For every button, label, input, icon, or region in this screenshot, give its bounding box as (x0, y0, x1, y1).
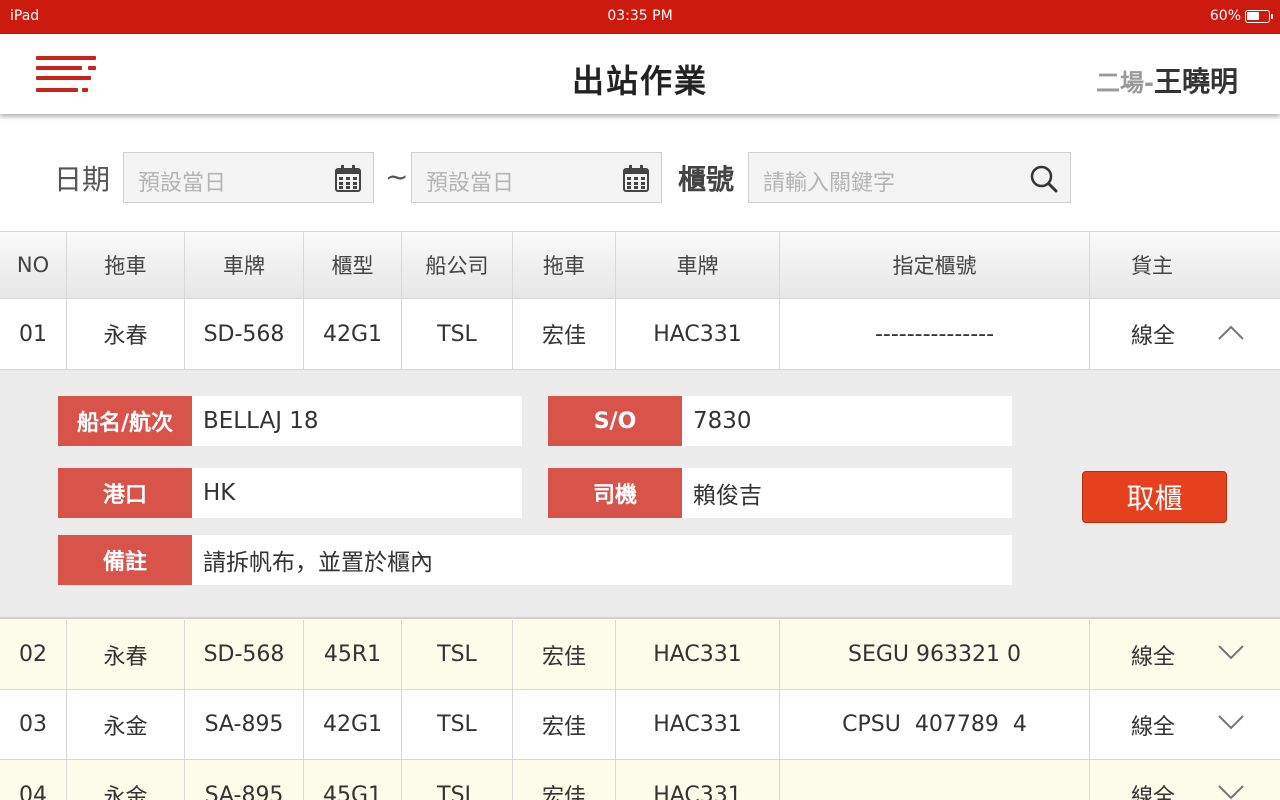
row-detail-panel: 船名/航次 BELLAJ 18 S/O 7830 港口 HK 司機 賴俊吉 備註… (0, 370, 1280, 619)
row-container: --------------- (780, 299, 1090, 369)
col-header-tractor: 拖車 (513, 232, 616, 298)
row-container (780, 760, 1090, 800)
user-info: 二場-王曉明 (1096, 60, 1238, 100)
row-owner: 線全 (1131, 785, 1176, 800)
row-container: CPSU 407789 4 (780, 690, 1090, 759)
vessel-value: BELLAJ 18 (192, 396, 522, 446)
row-plate: SA-895 (185, 690, 304, 759)
battery-fill (1247, 11, 1259, 20)
date-from-input[interactable]: 預設當日 (123, 152, 374, 203)
search-placeholder: 請輸入關鍵字 (763, 171, 896, 196)
col-header-owner: 貨主 (1131, 254, 1173, 278)
row-carrier: TSL (402, 690, 513, 759)
col-header-plate: 車牌 (185, 232, 304, 298)
vessel-label: 船名/航次 (58, 396, 192, 446)
row-owner: 線全 (1131, 644, 1176, 670)
col-header-no: NO (0, 232, 67, 298)
table-row[interactable]: 04 永金 SA-895 45G1 TSL 宏佳 HAC331 線全 (0, 760, 1280, 800)
chevron-down-icon[interactable] (1218, 644, 1244, 665)
calendar-icon[interactable] (335, 165, 361, 196)
col-header-trailer: 拖車 (67, 232, 185, 298)
row-carrier: TSL (402, 760, 513, 800)
row-plate2: HAC331 (616, 760, 780, 800)
chevron-up-icon[interactable] (1218, 324, 1244, 344)
battery-status: 60% (1209, 8, 1273, 24)
chevron-down-icon[interactable] (1218, 785, 1244, 800)
row-no: 01 (0, 299, 67, 369)
site-label: 二場- (1096, 69, 1154, 97)
row-no: 04 (0, 760, 67, 800)
row-type: 42G1 (304, 690, 402, 759)
row-plate: SD-568 (185, 299, 304, 369)
row-trailer: 永金 (67, 690, 185, 759)
clock: 03:35 PM (607, 8, 673, 24)
chevron-down-icon[interactable] (1218, 714, 1244, 735)
row-tractor: 宏佳 (513, 620, 616, 689)
table-row[interactable]: 02 永春 SD-568 45R1 TSL 宏佳 HAC331 SEGU 963… (0, 620, 1280, 690)
row-type: 42G1 (304, 299, 402, 369)
row-plate2: HAC331 (616, 690, 780, 759)
table-header: NO 拖車 車牌 櫃型 船公司 拖車 車牌 指定櫃號 貨主 (0, 231, 1280, 299)
page-title: 出站作業 (571, 62, 708, 100)
battery-icon (1245, 9, 1273, 23)
row-tractor: 宏佳 (513, 760, 616, 800)
status-bar: iPad 03:35 PM 60% (0, 0, 1280, 34)
col-header-carrier: 船公司 (402, 232, 513, 298)
user-name: 王曉明 (1153, 65, 1238, 98)
row-plate: SD-568 (185, 620, 304, 689)
port-value: HK (192, 468, 522, 518)
row-plate: SA-895 (185, 760, 304, 800)
date-from-placeholder: 預設當日 (138, 171, 227, 196)
table-row[interactable]: 03 永金 SA-895 42G1 TSL 宏佳 HAC331 CPSU 407… (0, 690, 1280, 760)
row-no: 02 (0, 620, 67, 689)
row-trailer: 永春 (67, 620, 185, 689)
row-trailer: 永金 (67, 760, 185, 800)
col-header-container: 指定櫃號 (780, 232, 1090, 298)
take-container-button[interactable]: 取櫃 (1082, 471, 1227, 523)
driver-value: 賴俊吉 (682, 468, 1012, 518)
note-value: 請拆帆布，並置於櫃內 (192, 535, 1012, 585)
row-tractor: 宏佳 (513, 690, 616, 759)
col-header-plate2: 車牌 (616, 232, 780, 298)
row-type: 45G1 (304, 760, 402, 800)
row-trailer: 永春 (67, 299, 185, 369)
table-row[interactable]: 01 永春 SD-568 42G1 TSL 宏佳 HAC331 --------… (0, 299, 1280, 370)
port-label: 港口 (58, 468, 192, 518)
search-input[interactable]: 請輸入關鍵字 (748, 152, 1071, 203)
so-value: 7830 (682, 396, 1012, 446)
row-tractor: 宏佳 (513, 299, 616, 369)
date-range-separator: ~ (385, 160, 409, 193)
row-plate2: HAC331 (616, 620, 780, 689)
row-plate2: HAC331 (616, 299, 780, 369)
row-no: 03 (0, 690, 67, 759)
nav-bar: 出站作業 二場-王曉明 (0, 34, 1280, 114)
battery-percent: 60% (1209, 8, 1241, 24)
row-type: 45R1 (304, 620, 402, 689)
date-to-placeholder: 預設當日 (426, 171, 515, 196)
row-carrier: TSL (402, 299, 513, 369)
date-to-input[interactable]: 預設當日 (411, 152, 662, 203)
row-carrier: TSL (402, 620, 513, 689)
col-header-type: 櫃型 (304, 232, 402, 298)
note-label: 備註 (58, 535, 192, 585)
date-label: 日期 (54, 163, 111, 196)
driver-label: 司機 (548, 468, 682, 518)
container-label: 櫃號 (678, 163, 735, 196)
row-owner: 線全 (1131, 324, 1176, 349)
calendar-icon[interactable] (623, 165, 649, 196)
search-icon[interactable] (1030, 165, 1058, 197)
so-label: S/O (548, 396, 682, 446)
row-owner: 線全 (1131, 714, 1176, 740)
row-container: SEGU 963321 0 (780, 620, 1090, 689)
